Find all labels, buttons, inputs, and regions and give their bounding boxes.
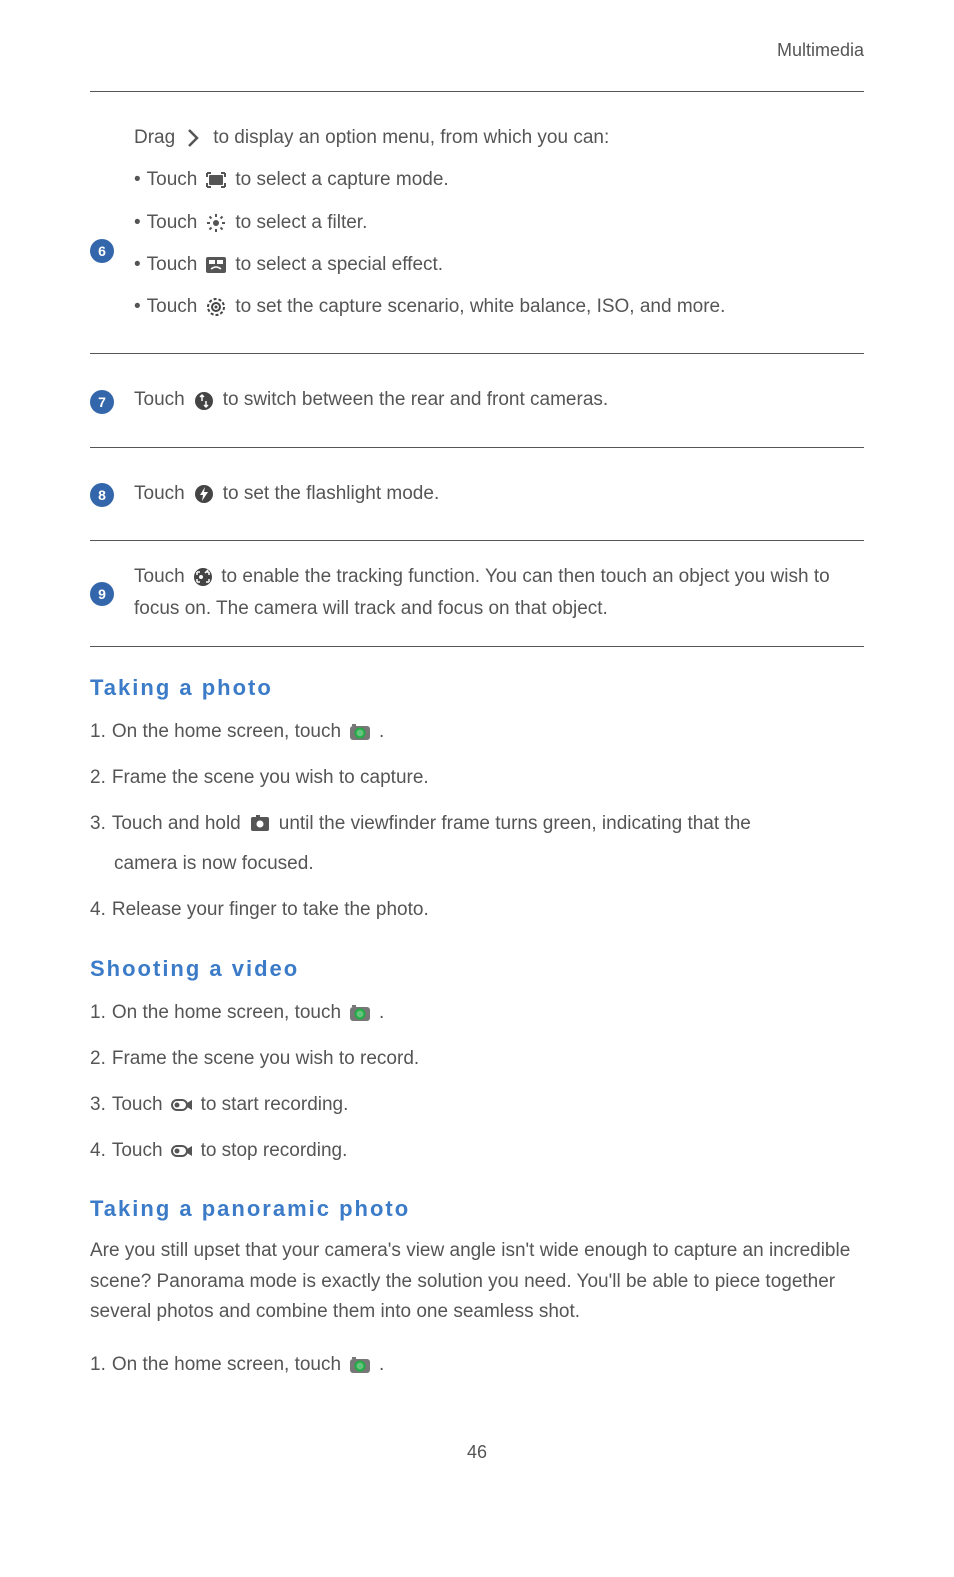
- text: On the home screen, touch: [112, 996, 341, 1030]
- page-header: Multimedia: [90, 40, 864, 61]
- steps-list: On the home screen, touch . Frame the sc…: [90, 996, 864, 1169]
- row-number-badge: 9: [90, 582, 114, 606]
- steps-list: On the home screen, touch . Frame the sc…: [90, 715, 864, 928]
- row-content: Touch to enable the tracking function. Y…: [134, 561, 864, 626]
- step-item: Release your finger to take the photo.: [90, 893, 864, 927]
- text: .: [379, 996, 384, 1030]
- text: camera is now focused.: [90, 847, 864, 881]
- record-icon: [169, 1140, 195, 1162]
- step-item: On the home screen, touch .: [90, 996, 864, 1030]
- step-item: Touch and hold until the viewfinder fram…: [90, 807, 864, 881]
- row-content: Touch to switch between the rear and fro…: [134, 374, 864, 426]
- text: Touch: [147, 207, 198, 239]
- steps-list: On the home screen, touch .: [90, 1348, 864, 1382]
- record-icon: [169, 1094, 195, 1116]
- row-number-badge: 7: [90, 390, 114, 414]
- text: .: [379, 1348, 384, 1382]
- table-row: 7 Touch to switch between the rear and f…: [90, 354, 864, 446]
- step-item: On the home screen, touch .: [90, 1348, 864, 1382]
- row-number-badge: 8: [90, 483, 114, 507]
- drag-line: Drag to display an option menu, from whi…: [134, 122, 864, 154]
- text: Drag: [134, 122, 175, 154]
- text: to set the flashlight mode.: [223, 478, 440, 510]
- filter-icon: [203, 212, 229, 234]
- step-item: Touch to start recording.: [90, 1088, 864, 1122]
- text: to display an option menu, from which yo…: [213, 122, 609, 154]
- divider: [90, 646, 864, 647]
- table-row: 8 Touch to set the flashlight mode.: [90, 448, 864, 540]
- bullet-item: Touch to set the capture scenario, white…: [134, 291, 864, 323]
- step-item: Touch to stop recording.: [90, 1134, 864, 1168]
- text: On the home screen, touch: [112, 1348, 341, 1382]
- text: to enable the tracking function. You can…: [134, 566, 830, 619]
- step-item: Frame the scene you wish to capture.: [90, 761, 864, 795]
- text: to set the capture scenario, white balan…: [235, 291, 725, 323]
- flash-icon: [191, 483, 217, 505]
- text: to select a special effect.: [235, 249, 443, 281]
- bullet-item: Touch to select a special effect.: [134, 249, 864, 281]
- text: Touch: [112, 1088, 163, 1122]
- section-heading-panorama: Taking a panoramic photo: [90, 1196, 864, 1222]
- step-item: Frame the scene you wish to record.: [90, 1042, 864, 1076]
- row-number-badge: 6: [90, 239, 114, 263]
- capture-mode-icon: [203, 169, 229, 191]
- text: Touch: [147, 291, 198, 323]
- text: On the home screen, touch: [112, 715, 341, 749]
- table-row: 6 Drag to display an option menu, from w…: [90, 92, 864, 353]
- text: Touch: [112, 1134, 163, 1168]
- text: Touch: [134, 478, 185, 510]
- bullet-item: Touch to select a filter.: [134, 207, 864, 239]
- step-item: On the home screen, touch .: [90, 715, 864, 749]
- text: to switch between the rear and front cam…: [223, 384, 608, 416]
- text: to stop recording.: [201, 1134, 348, 1168]
- text: Frame the scene you wish to capture.: [112, 761, 429, 795]
- settings-gear-icon: [203, 296, 229, 318]
- text: until the viewfinder frame turns green, …: [279, 807, 751, 841]
- camera-app-icon: [347, 1002, 373, 1024]
- section-heading-shooting-video: Shooting a video: [90, 956, 864, 982]
- camera-app-icon: [347, 721, 373, 743]
- text: Touch: [147, 249, 198, 281]
- effect-icon: [203, 254, 229, 276]
- text-line: Touch to switch between the rear and fro…: [134, 384, 864, 416]
- section-intro-text: Are you still upset that your camera's v…: [90, 1236, 864, 1327]
- text: Touch: [134, 384, 185, 416]
- tracking-icon: [190, 566, 216, 588]
- text: Touch: [134, 566, 190, 587]
- bullet-item: Touch to select a capture mode.: [134, 164, 864, 196]
- text: .: [379, 715, 384, 749]
- row-content: Drag to display an option menu, from whi…: [134, 112, 864, 333]
- section-heading-taking-photo: Taking a photo: [90, 675, 864, 701]
- text-line: Touch to set the flashlight mode.: [134, 478, 864, 510]
- text: to select a filter.: [235, 207, 367, 239]
- chevron-right-icon: [181, 127, 207, 149]
- switch-camera-icon: [191, 390, 217, 412]
- camera-app-icon: [347, 1354, 373, 1376]
- text: Touch: [147, 164, 198, 196]
- row-content: Touch to set the flashlight mode.: [134, 468, 864, 520]
- text: to select a capture mode.: [235, 164, 448, 196]
- text: Frame the scene you wish to record.: [112, 1042, 419, 1076]
- table-row: 9 Touch to enable the tracking function.…: [90, 541, 864, 646]
- text: to start recording.: [201, 1088, 349, 1122]
- shutter-icon: [247, 813, 273, 835]
- text: Touch and hold: [112, 807, 241, 841]
- text: Release your finger to take the photo.: [112, 893, 429, 927]
- page-number: 46: [90, 1442, 864, 1463]
